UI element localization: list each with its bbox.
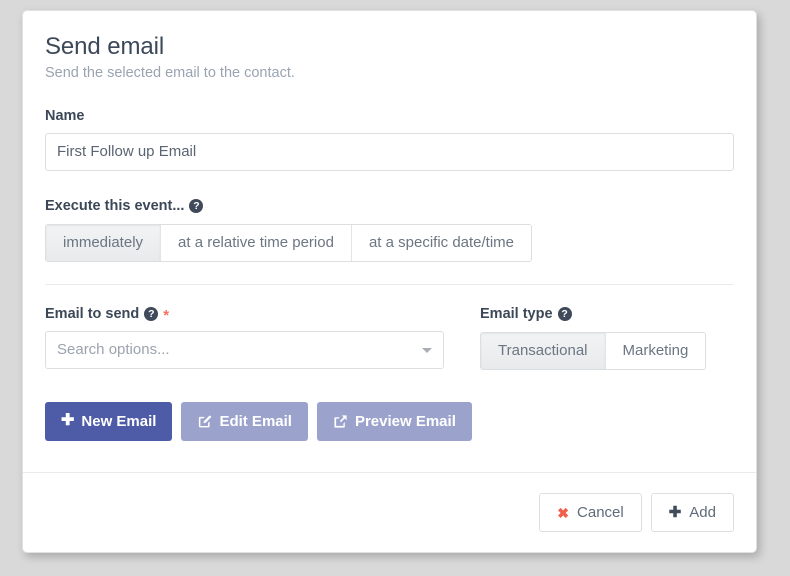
new-email-button[interactable]: ✚ New Email bbox=[45, 401, 173, 441]
required-asterisk: * bbox=[163, 307, 170, 325]
execute-event-label-row: Execute this event... ? bbox=[45, 198, 734, 214]
help-icon[interactable]: ? bbox=[557, 307, 572, 322]
execute-option-specific-datetime[interactable]: at a specific date/time bbox=[350, 224, 532, 261]
execute-option-relative-time[interactable]: at a relative time period bbox=[160, 224, 351, 261]
email-to-send-select[interactable]: Search options... bbox=[45, 330, 444, 369]
email-type-button-group: Transactional Marketing bbox=[480, 331, 707, 370]
name-label: Name bbox=[45, 107, 85, 124]
add-button[interactable]: ✚ Add bbox=[650, 493, 734, 532]
execute-option-immediately[interactable]: immediately bbox=[46, 224, 161, 261]
send-email-dialog: Send email Send the selected email to th… bbox=[22, 10, 757, 553]
preview-email-label: Preview Email bbox=[354, 412, 456, 430]
email-actions-row: ✚ New Email Edit Email Preview Email bbox=[45, 401, 734, 468]
new-email-label: New Email bbox=[81, 412, 157, 430]
close-icon: ✖ bbox=[557, 504, 570, 521]
cancel-label: Cancel bbox=[577, 504, 624, 521]
external-link-icon bbox=[333, 414, 348, 429]
email-type-label: Email type bbox=[480, 305, 553, 322]
dialog-subtitle: Send the selected email to the contact. bbox=[45, 64, 295, 81]
edit-email-button[interactable]: Edit Email bbox=[181, 401, 308, 441]
execute-event-label: Execute this event... bbox=[45, 197, 185, 214]
email-to-send-label: Email to send bbox=[45, 305, 140, 322]
page-title: Send email bbox=[45, 33, 165, 60]
email-type-transactional[interactable]: Transactional bbox=[481, 332, 605, 369]
email-type-marketing[interactable]: Marketing bbox=[604, 332, 706, 369]
name-input[interactable] bbox=[45, 132, 734, 171]
section-divider bbox=[45, 283, 734, 285]
plus-icon: ✚ bbox=[61, 412, 75, 430]
name-label-row: Name bbox=[45, 108, 734, 124]
email-settings-row: Email to send ? * Search options... Emai… bbox=[45, 306, 734, 370]
email-type-group: Email type ? Transactional Marketing bbox=[480, 306, 734, 370]
help-icon[interactable]: ? bbox=[189, 199, 204, 214]
chevron-down-icon bbox=[422, 347, 432, 353]
help-icon[interactable]: ? bbox=[144, 307, 159, 322]
email-to-send-label-row: Email to send ? * bbox=[45, 305, 480, 325]
pencil-square-icon bbox=[197, 414, 212, 429]
edit-email-label: Edit Email bbox=[219, 412, 292, 430]
preview-email-button[interactable]: Preview Email bbox=[316, 401, 472, 441]
dialog-body: Send email Send the selected email to th… bbox=[23, 11, 756, 468]
execute-event-button-group: immediately at a relative time period at… bbox=[45, 223, 533, 262]
cancel-button[interactable]: ✖ Cancel bbox=[539, 493, 642, 532]
email-to-send-group: Email to send ? * Search options... bbox=[45, 306, 480, 370]
plus-icon: ✚ bbox=[668, 504, 682, 521]
add-label: Add bbox=[689, 504, 716, 521]
email-to-send-placeholder: Search options... bbox=[57, 341, 170, 359]
dialog-footer: ✖ Cancel ✚ Add bbox=[23, 472, 756, 552]
email-type-label-row: Email type ? bbox=[480, 306, 734, 322]
